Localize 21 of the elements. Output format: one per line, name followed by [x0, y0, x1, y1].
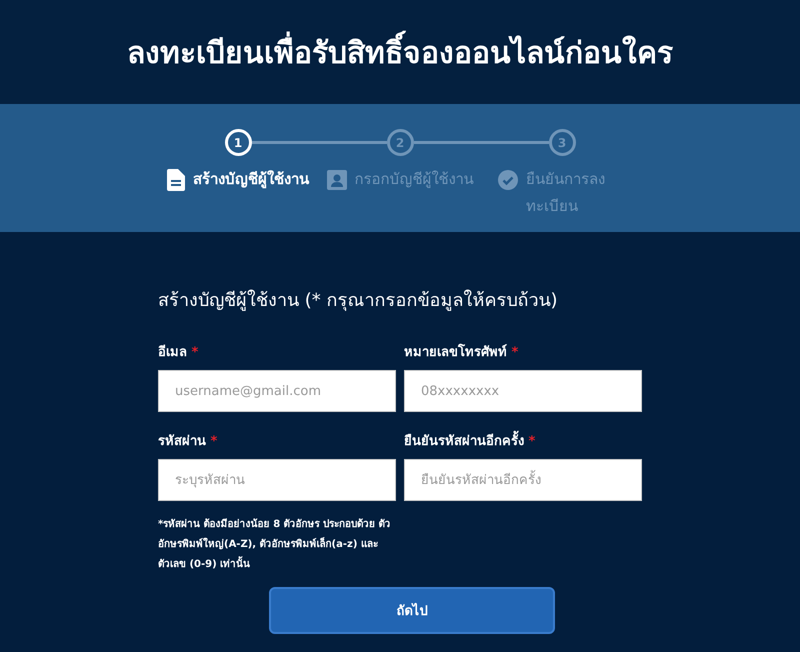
input-field[interactable]: username@gmail.com	[158, 370, 396, 412]
input-field[interactable]: ยืนยันรหัสผ่านอีกครั้ง	[404, 459, 642, 501]
field-label: หมายเลขโทรศัพท์ *	[404, 342, 520, 362]
input-field[interactable]: 08xxxxxxxx	[404, 370, 642, 412]
field-label: ยืนยันรหัสผ่านอีกครั้ง *	[404, 430, 642, 451]
step-number: 3	[548, 129, 576, 156]
password-hint: *รหัสผ่าน ต้องมีอย่างน้อย 8 ตัวอักษร ประกอบด้วย ตัวอักษรพิมพ์ใหญ่(A-Z), ตัวอักษรพิมพ์เล็ก(a-z) และ ตัวเลข (0-9) เท่านั้น	[158, 517, 392, 572]
check-circle-icon	[498, 170, 518, 190]
step-label: กรอกบัญชีผู้ใช้งาน	[354, 169, 474, 190]
input-field[interactable]: ระบุรหัสผ่าน	[158, 459, 396, 501]
page-title: ลงทะเบียนเพื่อรับสิทธิ์จองออนไลน์ก่อนใคร	[127, 28, 673, 76]
person-icon	[326, 170, 346, 190]
field-label: รหัสผ่าน *	[158, 433, 218, 451]
step-number: 1	[224, 129, 252, 156]
step-label: ยืนยันการลงทะเบียน	[526, 169, 606, 217]
step-number: 2	[386, 129, 414, 156]
step-label: สร้างบัญชีผู้ใช้งาน	[193, 169, 309, 190]
next-button[interactable]: ถัดไป	[269, 587, 555, 634]
field-label: อีเมล *	[158, 344, 200, 362]
document-icon	[167, 169, 185, 191]
form-title: สร้างบัญชีผู้ใช้งาน (* กรุณากรอกข้อมูลให้ครบถ้วน)	[158, 288, 558, 313]
